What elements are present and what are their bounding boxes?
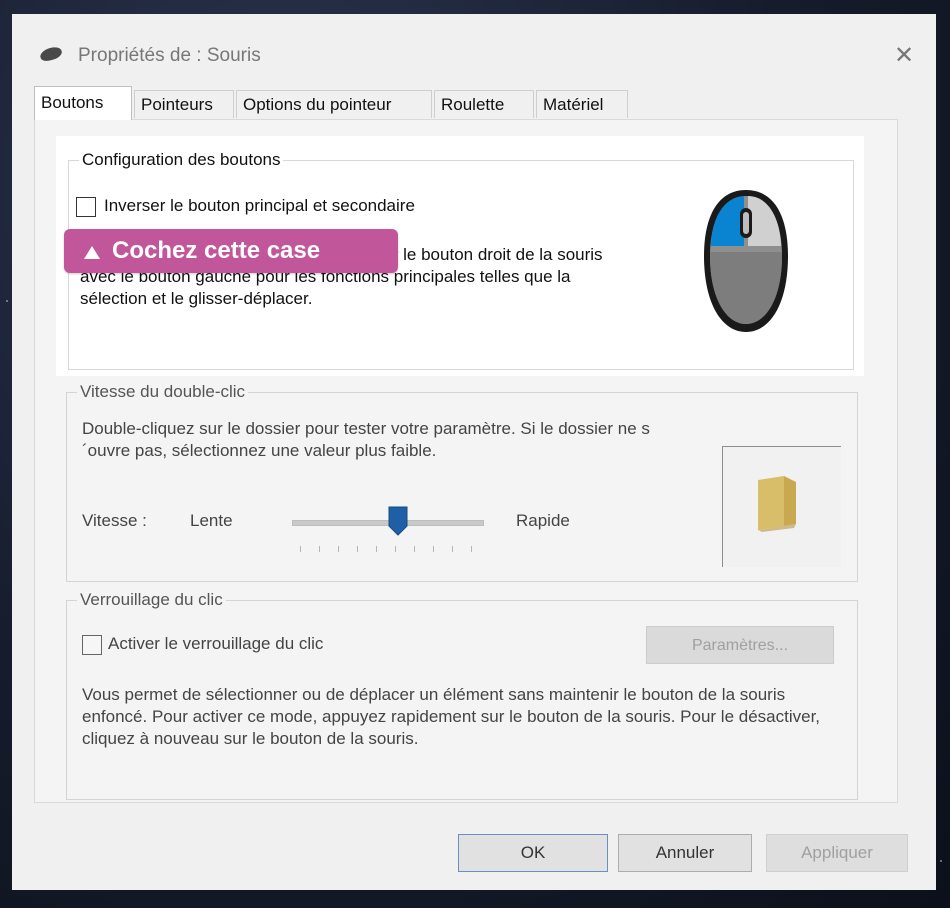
click-lock-option[interactable]: Activer le verrouillage du clic: [82, 634, 323, 655]
fast-label: Rapide: [516, 511, 570, 530]
slider-ticks: [300, 546, 476, 552]
tab-boutons[interactable]: Boutons: [34, 86, 132, 120]
double-click-description: Double-cliquez sur le dossier pour teste…: [82, 419, 650, 460]
cancel-button[interactable]: Annuler: [618, 834, 752, 872]
click-lock-label[interactable]: Activer le verrouillage du clic: [108, 634, 323, 653]
swap-buttons-option[interactable]: Inverser le bouton principal et secondai…: [76, 196, 415, 217]
speed-label: Vitesse :: [82, 511, 147, 530]
ok-button[interactable]: OK: [458, 834, 608, 872]
tab-options-du-pointeur[interactable]: Options du pointeur: [236, 90, 432, 118]
swap-buttons-checkbox[interactable]: [76, 196, 96, 217]
background-star: [6, 300, 8, 302]
tab-materiel[interactable]: Matériel: [536, 90, 628, 118]
click-lock-description: Vous permet de sélectionner ou de déplac…: [82, 685, 821, 748]
double-click-speed-legend: Vitesse du double-clic: [80, 382, 246, 401]
click-lock-legend: Verrouillage du clic: [80, 590, 223, 609]
click-lock-settings-button[interactable]: Paramètres...: [646, 626, 834, 664]
tab-roulette[interactable]: Roulette: [434, 90, 534, 118]
slider-thumb[interactable]: [388, 506, 408, 536]
close-button[interactable]: ✕: [886, 38, 922, 74]
triangle-up-icon: [84, 246, 100, 259]
check-this-box-callout: Cochez cette case: [64, 229, 398, 273]
swap-buttons-label[interactable]: Inverser le bouton principal et secondai…: [104, 196, 415, 215]
title-bar[interactable]: Propriétés de : Souris ✕: [12, 14, 936, 90]
dialog-title: Propriétés de : Souris: [78, 45, 261, 66]
folder-icon[interactable]: [754, 474, 800, 532]
callout-text: Cochez cette case: [112, 237, 321, 264]
apply-button[interactable]: Appliquer: [766, 834, 908, 872]
mouse-icon: [704, 190, 788, 332]
slow-label: Lente: [190, 511, 233, 530]
button-configuration-legend: Configuration des boutons: [82, 150, 281, 169]
mouse-icon: [38, 44, 64, 64]
tab-pointeurs[interactable]: Pointeurs: [134, 90, 234, 118]
background-star: [940, 860, 942, 862]
click-lock-checkbox[interactable]: [82, 634, 102, 655]
